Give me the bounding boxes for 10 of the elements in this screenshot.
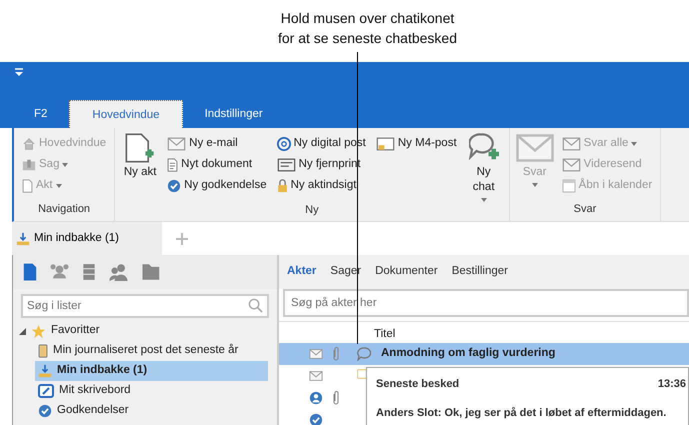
group-label: Ny	[304, 203, 320, 218]
tooltip-message: Anders Slot: Ok, jeg ser på det i løbet af eftermiddagen.	[376, 406, 668, 420]
callout-text: for at se seneste chatbesked	[278, 29, 457, 48]
column-header: Titel	[374, 328, 396, 340]
callout-text: Hold musen over chatikonet	[280, 9, 454, 28]
row-title: Anmodning om faglig vurdering	[381, 346, 556, 362]
tooltip-heading: Seneste besked	[376, 377, 460, 392]
tooltip-time: 13:36	[658, 377, 686, 392]
group-label: Navigation	[37, 202, 92, 216]
group-label: Svar	[572, 202, 598, 216]
